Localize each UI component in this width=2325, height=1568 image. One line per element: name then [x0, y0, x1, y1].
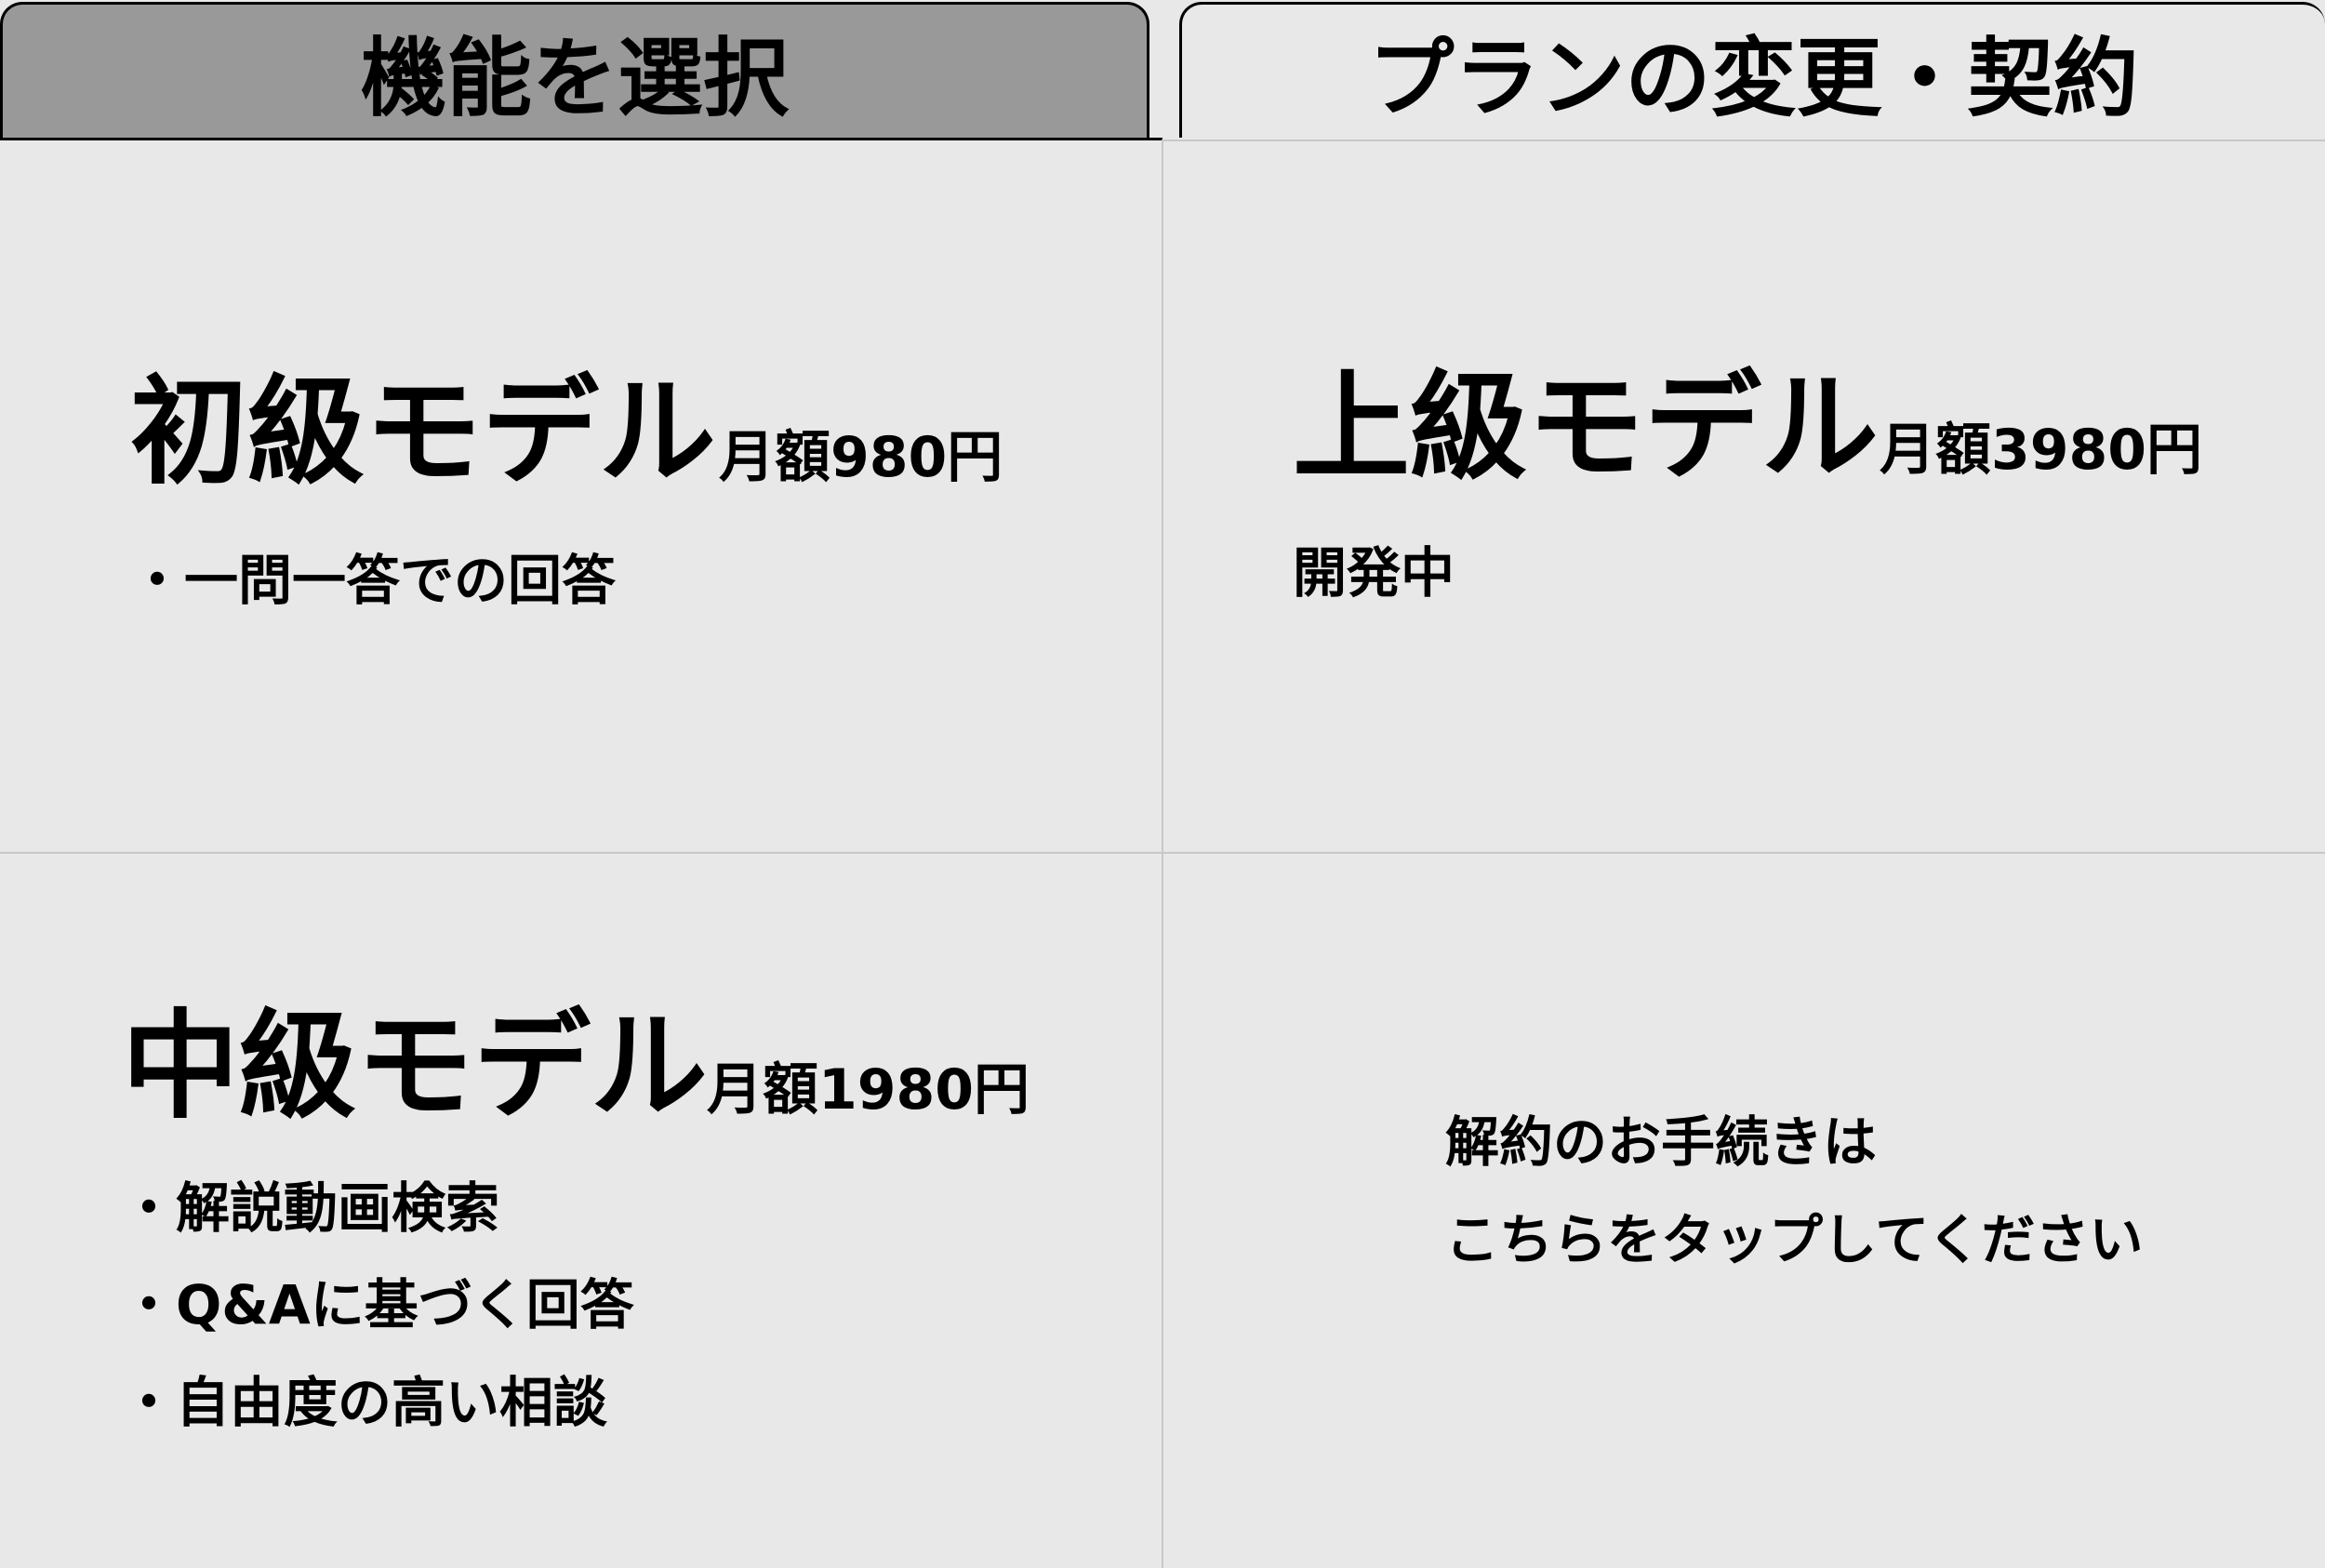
plan-card-intermediate[interactable]: 中級モデル 月額1980円 ・解説動画検索 ・Q&Aに基づく回答 ・自由度の高い…: [0, 854, 1162, 1568]
plan-name: 中級モデル: [122, 998, 708, 1135]
tab-label: プランの変更・契約: [1368, 29, 2139, 128]
plan-feature: ・Q&Aに基づく回答: [122, 1273, 634, 1336]
plan-price: 月額3980円: [1880, 418, 2202, 483]
cancel-text-line1: 解約のお手続きは: [1445, 1110, 1878, 1174]
plan-status: 開発中: [1293, 541, 1455, 605]
tab-plan-change[interactable]: プランの変更・契約: [1179, 2, 2325, 138]
tab-underline: [0, 138, 1162, 140]
plan-feature: ・解説動画検索: [122, 1176, 500, 1240]
plan-card-advanced[interactable]: 上級モデル 月額3980円 開発中: [1163, 141, 2325, 852]
plan-feature: ・一問一答での回答: [130, 549, 617, 612]
plan-price: 月額1980円: [707, 1057, 1030, 1123]
cancel-contract-button[interactable]: 解約のお手続きは こちらをタップしてください: [1163, 854, 2325, 1568]
tab-label: 機能を選択: [360, 29, 789, 128]
plan-name: 初級モデル: [130, 364, 716, 500]
cancel-text-line2: こちらをタップしてください: [1445, 1208, 2144, 1271]
tab-select-feature[interactable]: 機能を選択: [0, 2, 1149, 138]
plan-feature: ・自由度の高い相談: [122, 1371, 608, 1434]
plan-name: 上級モデル: [1293, 359, 1879, 496]
plan-price: 月額980円: [719, 425, 1003, 490]
plan-card-beginner[interactable]: 初級モデル 月額980円 ・一問一答での回答: [0, 141, 1162, 852]
